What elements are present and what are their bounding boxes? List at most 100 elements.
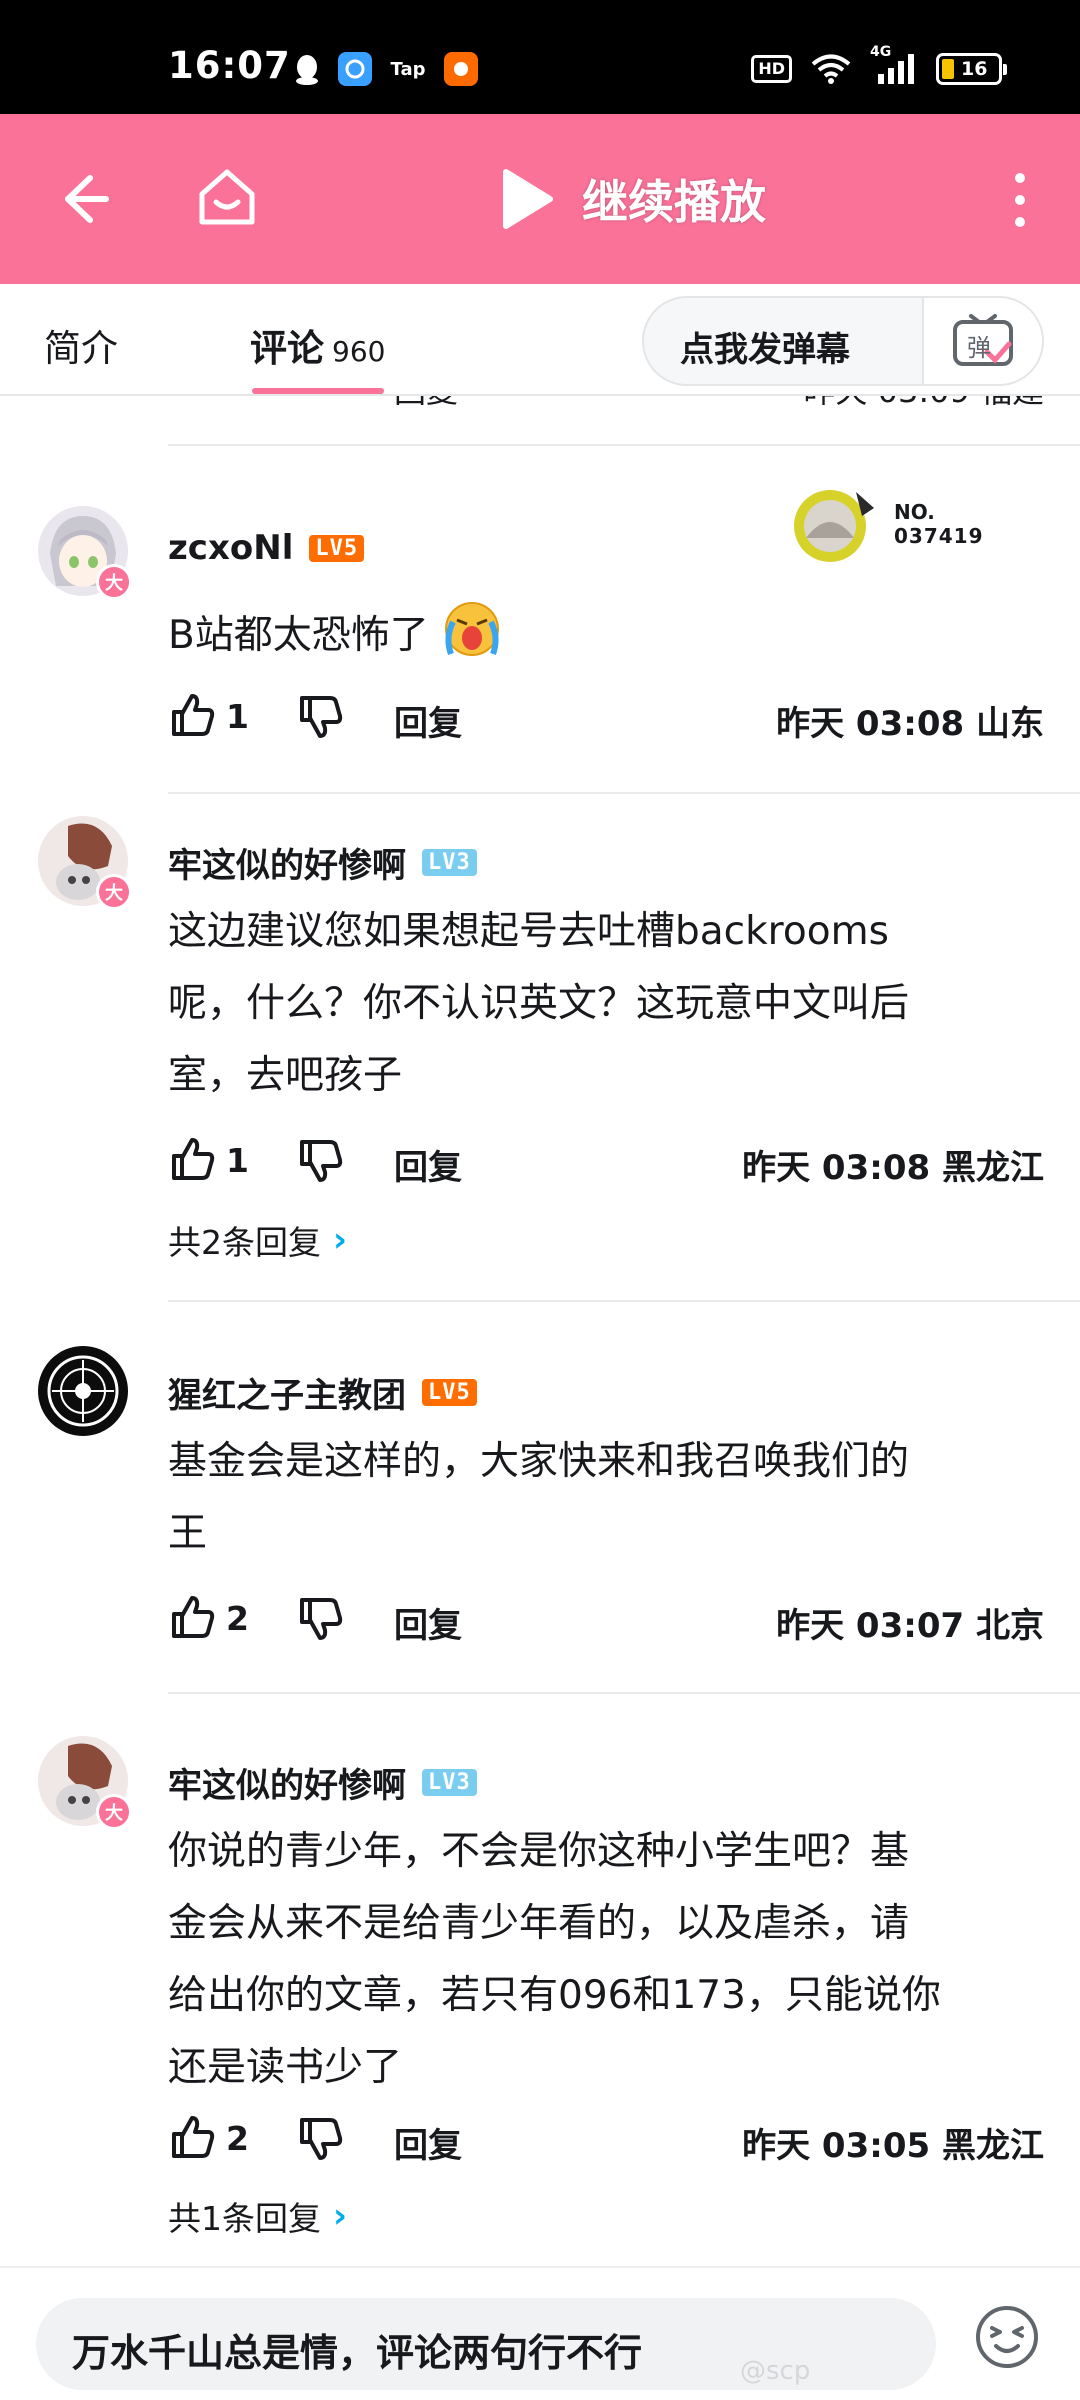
like-count: 1 — [226, 1140, 249, 1180]
comment-actions: 2 回复 昨天 03:05 黑龙江 — [168, 2114, 1044, 2167]
battery-level: 16 — [961, 58, 988, 80]
emoji-icon[interactable] — [974, 2304, 1040, 2370]
chevron-right-icon: › — [333, 2196, 348, 2236]
video-tabs: 简介 评论 960 点我发弹幕 弹 — [0, 284, 1080, 396]
status-app-icons: Tap — [290, 52, 478, 86]
level-badge: LV5 — [422, 1379, 477, 1406]
partial-action-row: 2 回复 昨天 03:09 福建 — [168, 396, 1044, 410]
danmaku-icon-char: 弹 — [967, 334, 991, 362]
comment-text-line: 室，去吧孩子 — [168, 1053, 403, 1098]
avatar[interactable]: 大 — [38, 1736, 132, 1830]
divider — [168, 1692, 1080, 1694]
comment-text: B站都太恐怖了 — [168, 598, 1048, 672]
fan-badge-num: 037419 — [894, 524, 984, 548]
like-button[interactable]: 2 — [168, 2114, 249, 2162]
view-replies-link[interactable]: 共1条回复 › — [168, 2192, 347, 2240]
comment-count: 960 — [332, 335, 386, 368]
reply-button[interactable]: 回复 — [394, 696, 462, 745]
divider — [168, 792, 1080, 794]
username[interactable]: zcxoNl — [168, 528, 293, 568]
thumbs-up-icon — [172, 2116, 215, 2158]
reply-button[interactable]: 回复 — [394, 1598, 462, 1647]
reply-count-label: 共1条回复 — [168, 2199, 321, 2238]
comment-text-line: 还是读书少了 — [168, 2045, 403, 2090]
resume-play-button[interactable]: 继续播放 — [500, 160, 766, 238]
comment-actions: 1 回复 昨天 03:08 黑龙江 — [168, 1136, 1044, 1189]
qq-icon — [290, 52, 324, 86]
reply-button[interactable]: 回复 — [394, 1140, 462, 1189]
wifi-icon — [811, 54, 851, 84]
like-count: 2 — [226, 2118, 249, 2158]
partial-reply-label: 回复 — [394, 396, 458, 412]
divider — [168, 444, 1080, 446]
tab-comments-label: 评论 — [250, 327, 324, 370]
partial-like-count: 2 — [208, 396, 228, 404]
partial-meta: 昨天 03:09 福建 — [803, 396, 1044, 412]
watermark: @scp — [740, 2356, 811, 2386]
comment-text-content: B站都太恐怖了 — [168, 613, 429, 658]
battery-icon: 16 — [936, 53, 1007, 85]
more-vertical-icon[interactable] — [1008, 170, 1032, 230]
avatar[interactable] — [38, 1346, 128, 1436]
signal-icon: 4G — [870, 44, 918, 86]
tab-comments[interactable]: 评论 960 — [250, 318, 385, 372]
crying-emoji-icon — [445, 602, 500, 656]
comment-list[interactable]: 2 回复 昨天 03:09 福建 大 zcxoNl LV5 NO. 037419… — [0, 396, 1080, 2266]
like-button[interactable]: 1 — [168, 692, 249, 740]
chevron-right-icon: › — [333, 1220, 348, 1260]
back-arrow-icon[interactable] — [52, 168, 114, 230]
username-row: 牢这似的好惨啊 LV3 — [168, 1758, 477, 1807]
status-right: HD 4G 16 — [751, 44, 1007, 86]
level-badge: LV5 — [309, 534, 365, 562]
username[interactable]: 猩红之子主教团 — [168, 1368, 406, 1417]
like-button[interactable]: 1 — [168, 1136, 249, 1184]
comment-text: 你说的青少年，不会是你这种小学生吧？基 金会从来不是给青少年看的，以及虐杀，请 … — [168, 1816, 1048, 2104]
vip-badge: 大 — [96, 874, 132, 910]
comment-text-line: 这边建议您如果想起号去吐槽backrooms — [168, 909, 889, 954]
thumbs-down-icon[interactable] — [296, 1594, 344, 1642]
comment-actions: 1 回复 昨天 03:08 山东 — [168, 692, 1044, 745]
comment-text-line: 金会从来不是给青少年看的，以及虐杀，请 — [168, 1901, 910, 1946]
username[interactable]: 牢这似的好惨啊 — [168, 1758, 406, 1807]
comment-time-location: 昨天 03:08 黑龙江 — [742, 1148, 1044, 1188]
comment-text-line: 给出你的文章，若只有096和173，只能说你 — [168, 1973, 941, 2018]
tap-icon: Tap — [390, 58, 426, 80]
video-top-bar: 继续播放 — [0, 114, 1080, 284]
reply-button[interactable]: 回复 — [394, 2118, 462, 2167]
danmaku-toggle-icon[interactable]: 弹 — [922, 298, 1042, 384]
play-icon — [503, 169, 553, 229]
home-icon[interactable] — [194, 164, 260, 230]
active-tab-indicator — [252, 388, 384, 394]
app-icon — [338, 52, 372, 86]
comment-time-location: 昨天 03:08 山东 — [776, 704, 1044, 744]
username-row: 猩红之子主教团 LV5 — [168, 1368, 477, 1417]
avatar[interactable]: 大 — [38, 816, 132, 910]
level-badge: LV3 — [422, 1769, 477, 1796]
vip-badge: 大 — [96, 1794, 132, 1830]
fan-medal-badge: NO. 037419 — [786, 486, 996, 566]
comment-actions: 2 回复 昨天 03:07 北京 — [168, 1594, 1044, 1647]
avatar[interactable]: 大 — [38, 506, 132, 600]
thumbs-down-icon[interactable] — [296, 692, 344, 740]
comment-text: 基金会是这样的，大家快来和我召唤我们的 王 — [168, 1426, 1048, 1570]
status-time: 16:07 — [168, 44, 291, 87]
username[interactable]: 牢这似的好惨啊 — [168, 838, 406, 887]
view-replies-link[interactable]: 共2条回复 › — [168, 1216, 347, 1264]
thumbs-down-icon[interactable] — [296, 2114, 344, 2162]
comment-input-placeholder: 万水千山总是情，评论两句行不行 — [72, 2331, 643, 2375]
reply-count-label: 共2条回复 — [168, 1223, 321, 1262]
like-button[interactable]: 2 — [168, 1594, 249, 1642]
hd-badge: HD — [751, 55, 792, 83]
send-danmaku-button[interactable]: 点我发弹幕 弹 — [642, 296, 1044, 386]
vip-badge: 大 — [96, 564, 132, 600]
status-bar: 16:07 Tap HD 4G 16 — [0, 0, 1080, 114]
comment-text-line: 你说的青少年，不会是你这种小学生吧？基 — [168, 1829, 910, 1874]
thumbs-up-icon — [172, 1596, 215, 1638]
resume-play-label: 继续播放 — [582, 175, 766, 229]
tab-intro[interactable]: 简介 — [44, 318, 118, 372]
comment-text: 这边建议您如果想起号去吐槽backrooms 呢，什么？你不认识英文？这玩意中文… — [168, 896, 1048, 1112]
comment-time-location: 昨天 03:07 北京 — [776, 1606, 1044, 1646]
comment-text-line: 基金会是这样的，大家快来和我召唤我们的 — [168, 1439, 910, 1484]
send-danmaku-label: 点我发弹幕 — [680, 330, 850, 370]
thumbs-down-icon[interactable] — [296, 1136, 344, 1184]
